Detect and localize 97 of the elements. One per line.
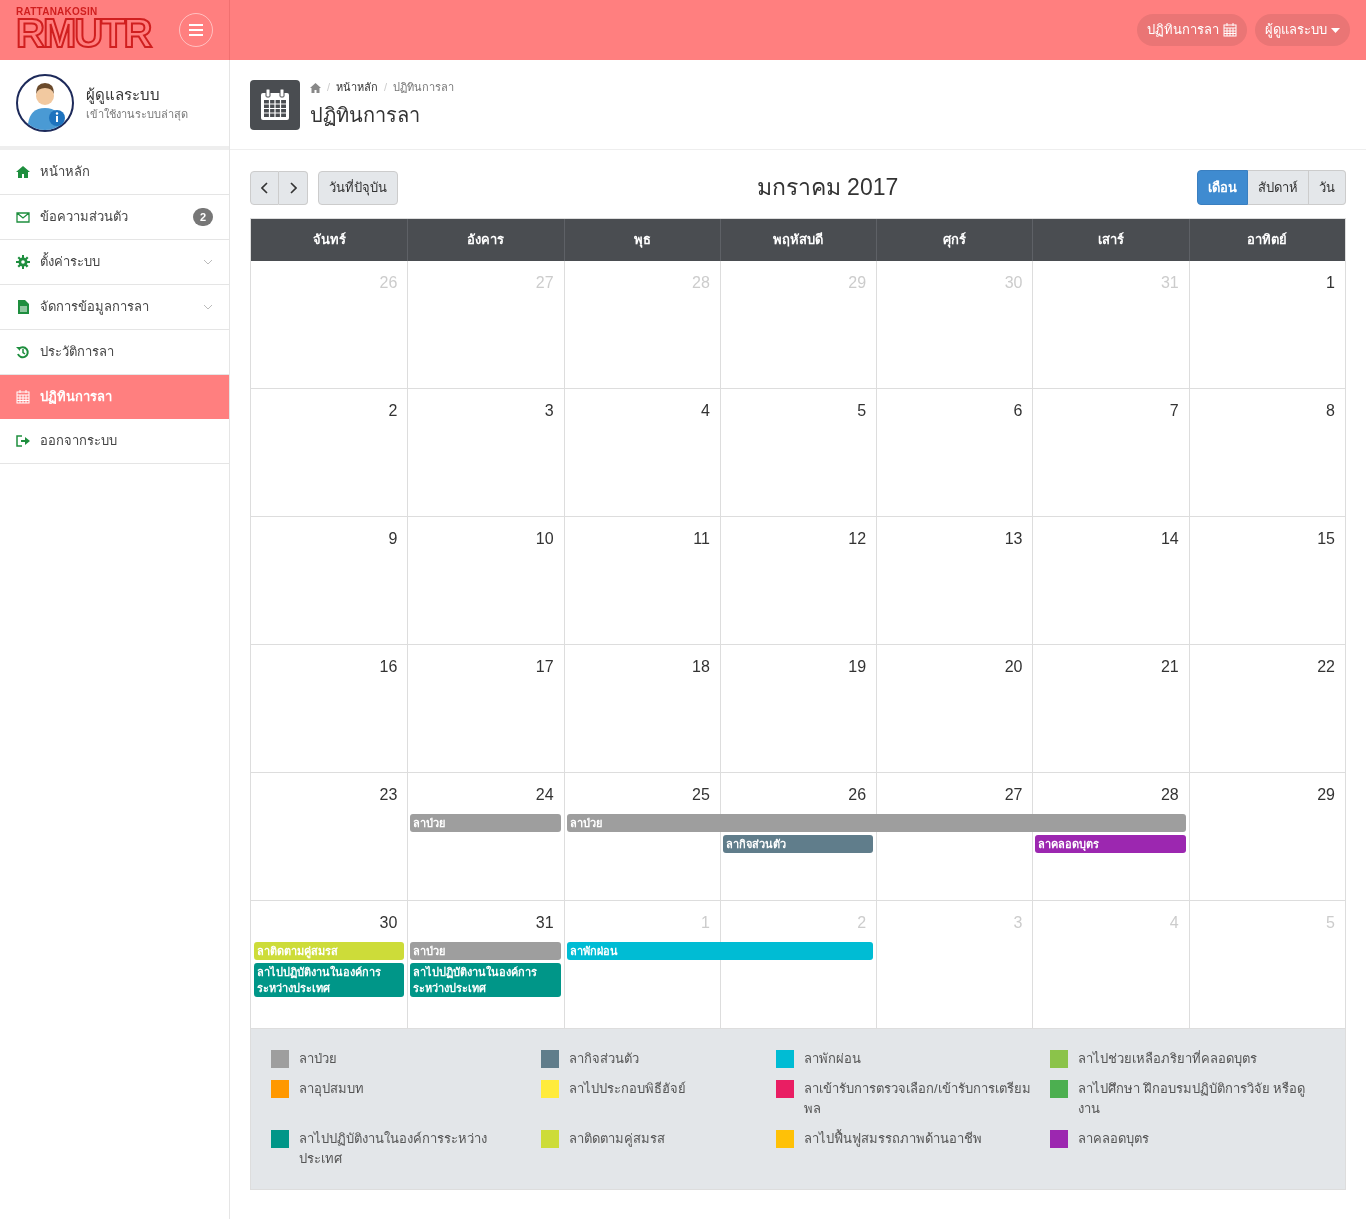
- calendar-icon: [16, 390, 30, 404]
- chevron-right-icon: [289, 181, 297, 194]
- logo-caption: RATTANAKOSIN: [16, 7, 99, 17]
- legend-label: ลาเข้ารับการตรวจเลือก/เข้ารับการเตรียมพล: [804, 1080, 1032, 1118]
- calendar-title: มกราคม 2017: [755, 173, 900, 203]
- leave-event[interactable]: ลาป่วย: [410, 814, 561, 832]
- day-number: 12: [847, 529, 868, 549]
- user-name: ผู้ดูแลระบบ: [86, 84, 161, 106]
- home-icon[interactable]: [310, 82, 321, 93]
- logout-icon: [16, 434, 30, 448]
- day-number: 13: [1003, 529, 1024, 549]
- legend-label: ลาคลอดบุตร: [1078, 1130, 1149, 1149]
- day-number: 27: [1003, 785, 1024, 805]
- day-number: 18: [691, 657, 711, 677]
- previous-button[interactable]: [250, 170, 279, 205]
- weekday-header: จันทร์: [311, 231, 347, 250]
- envelope-icon: [16, 210, 30, 224]
- weekday-header: พฤหัสบดี: [719, 219, 877, 261]
- legend-label: ลาไปฟื้นฟูสมรรถภาพด้านอาชีพ: [804, 1129, 982, 1149]
- weekday-header: เสาร์: [1032, 219, 1189, 261]
- header-link[interactable]: ผู้ดูแลระบบ: [1255, 14, 1350, 46]
- leave-event[interactable]: ลาคลอดบุตร: [1035, 835, 1186, 853]
- today-button[interactable]: วันที่ปัจุบัน: [318, 170, 398, 205]
- day-number: 8: [1325, 401, 1336, 421]
- day-number: 4: [699, 401, 711, 421]
- day-number: 1: [1325, 273, 1336, 293]
- day-number: 31: [534, 913, 555, 933]
- legend-label: ลาป่วย: [299, 1050, 337, 1068]
- day-number: 10: [534, 529, 555, 549]
- chevron-left-icon: [260, 181, 269, 194]
- day-number: 7: [1168, 401, 1180, 421]
- day-number: 30: [378, 913, 399, 933]
- breadcrumb-link[interactable]: หน้าหลัก: [336, 79, 379, 96]
- home-icon: [16, 165, 30, 179]
- day-number: 2: [387, 401, 399, 421]
- day-number: 9: [387, 529, 399, 549]
- breadcrumb-separator: /: [383, 80, 389, 96]
- avatar-icon: [16, 74, 74, 132]
- page-title: ปฏิทินการลา: [310, 102, 421, 128]
- day-number: 16: [378, 657, 399, 677]
- weekday-header: อาทิตย์: [1188, 219, 1345, 261]
- weekday-header: ศุกร์: [876, 219, 1033, 261]
- legend-label: ลาติดตามคู่สมรส: [569, 1130, 665, 1149]
- legend-label: ลาพักผ่อน: [804, 1050, 861, 1068]
- sidebar-item[interactable]: ข้อความส่วนตัว 2: [0, 195, 229, 240]
- view-tab[interactable]: วัน: [1309, 170, 1346, 205]
- day-number: 20: [1003, 657, 1024, 677]
- header-link[interactable]: ปฏิทินการลา: [1137, 14, 1247, 46]
- day-number: 6: [1012, 401, 1024, 421]
- calendar-icon: [260, 88, 290, 121]
- leave-event[interactable]: ลาไปปฏิบัติงานในองค์การระหว่างประเทศ: [254, 963, 405, 997]
- leave-event[interactable]: ลาพักผ่อน: [566, 942, 874, 960]
- legend-label: ลาไปประกอบพิธีฮัจย์: [569, 1080, 686, 1098]
- day-number: 11: [692, 529, 711, 549]
- sidebar-item[interactable]: จัดการข้อมูลการลา: [0, 285, 229, 330]
- legend-label: ลากิจส่วนตัว: [569, 1050, 639, 1068]
- day-number: 15: [1316, 529, 1336, 549]
- sidebar-item[interactable]: หน้าหลัก: [0, 150, 229, 195]
- user-subtitle: เข้าใช้งานระบบล่าสุด: [86, 107, 188, 123]
- weekday-header: อังคาร: [407, 219, 564, 261]
- legend-label: ลาไปช่วยเหลือภริยาที่คลอดบุตร: [1078, 1049, 1257, 1069]
- legend-label: ลาอุปสมบท: [299, 1080, 364, 1099]
- caret-icon: [1331, 27, 1340, 33]
- weekday-header: พุธ: [563, 219, 720, 261]
- day-number: 24: [534, 785, 555, 805]
- view-tab[interactable]: สัปดาห์: [1248, 170, 1309, 205]
- day-number: 17: [534, 657, 555, 677]
- legend-label: ลาไปศึกษา ฝึกอบรมปฏิบัติการวิจัย หรือดูงาน: [1078, 1080, 1307, 1118]
- calendar-icon: [1223, 23, 1237, 37]
- day-number: 5: [856, 401, 868, 421]
- day-number: 26: [847, 785, 868, 805]
- sidebar-item[interactable]: ตั้งค่าระบบ: [0, 240, 229, 285]
- settings-icon: [16, 255, 30, 269]
- count-badge: 2: [193, 208, 213, 226]
- breadcrumb-current: ปฏิทินการลา: [393, 80, 455, 96]
- day-number: 25: [691, 785, 711, 805]
- day-number: 21: [1159, 657, 1180, 677]
- leave-event[interactable]: ลาป่วย: [410, 942, 561, 960]
- day-number: 22: [1316, 657, 1336, 677]
- document-icon: [16, 300, 30, 314]
- sidebar-item[interactable]: ปฏิทินการลา: [0, 375, 229, 419]
- sidebar-item[interactable]: ออกจากระบบ: [0, 419, 229, 464]
- day-number: 23: [378, 785, 399, 805]
- day-number: 3: [543, 401, 555, 421]
- history-icon: [16, 345, 30, 359]
- next-button[interactable]: [279, 170, 308, 205]
- day-number: 28: [1159, 785, 1180, 805]
- legend-label: ลาไปปฏิบัติงานในองค์การระหว่างประเทศ: [299, 1130, 488, 1168]
- view-tab[interactable]: เดือน: [1197, 170, 1248, 205]
- day-number: 14: [1159, 529, 1180, 549]
- day-number: 29: [1316, 785, 1336, 805]
- day-number: 19: [847, 657, 868, 677]
- menu-icon: [189, 24, 203, 36]
- leave-event[interactable]: ลาไปปฏิบัติงานในองค์การระหว่างประเทศ: [410, 963, 561, 997]
- leave-event[interactable]: ลากิจส่วนตัว: [722, 835, 874, 853]
- leave-event[interactable]: ลาป่วย: [566, 814, 1186, 832]
- breadcrumb-separator: /: [326, 80, 332, 96]
